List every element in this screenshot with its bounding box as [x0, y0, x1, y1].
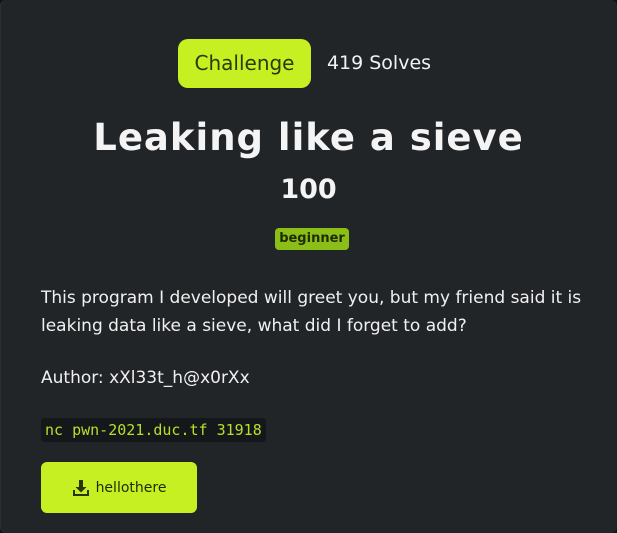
connection-command: nc pwn-2021.duc.tf 31918 [41, 418, 266, 442]
page-background: Challenge 419 Solves Leaking like a siev… [0, 0, 617, 533]
tab-challenge[interactable]: Challenge [178, 39, 311, 88]
challenge-tabs: Challenge 419 Solves [0, 39, 617, 89]
download-file-button[interactable]: hellothere [41, 462, 197, 513]
challenge-title: Leaking like a sieve [93, 116, 524, 159]
challenge-description: This program I developed will greet you,… [41, 288, 582, 336]
challenge-points: 100 [280, 174, 337, 205]
download-file-label: hellothere [95, 479, 167, 496]
category-tag: beginner [275, 228, 349, 250]
challenge-author: Author: xXl33t_h@x0rXx [41, 368, 250, 388]
tab-solves[interactable]: 419 Solves [320, 39, 438, 88]
challenge-modal: Challenge 419 Solves Leaking like a siev… [0, 0, 617, 533]
download-icon [72, 479, 90, 497]
